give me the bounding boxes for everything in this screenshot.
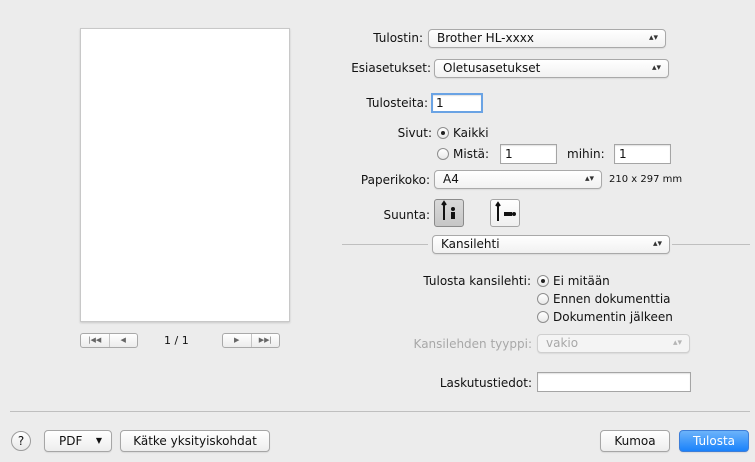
section-popup[interactable]: Kansilehti ▴▾ [432,235,670,254]
cancel-button[interactable]: Kumoa [600,430,670,452]
pages-all-label: Kaikki [453,126,489,140]
cover-page-label: Tulosta kansilehti: [423,274,531,288]
billing-info-label: Laskutustiedot: [439,376,532,390]
first-page-icon[interactable]: |◀◀ [81,334,109,347]
section-divider-left [342,244,428,245]
page-indicator: 1 / 1 [164,334,189,347]
cover-option-before-label: Ennen dokumenttia [553,292,671,306]
cover-option-before-radio[interactable] [537,293,549,305]
billing-info-field[interactable] [537,372,691,392]
pages-all-radio[interactable] [437,127,449,139]
cover-type-label: Kansilehden tyyppi: [413,337,532,351]
cover-type-popup[interactable]: vakio ▴▾ [537,334,690,353]
presets-popup[interactable]: Oletusasetukset ▴▾ [434,59,669,78]
paper-size-value: A4 [443,172,459,186]
portrait-orientation-icon [441,200,455,220]
copies-label: Tulosteita: [366,96,428,110]
print-button[interactable]: Tulosta [679,430,749,452]
section-popup-value: Kansilehti [441,237,500,251]
pdf-menu-button[interactable]: PDF ▼ [44,430,112,452]
preview-forward-nav: ▶ ▶▶| [222,333,280,348]
pdf-button-label: PDF [59,434,83,448]
pages-range-radio[interactable] [437,148,449,160]
pages-from-field[interactable]: 1 [500,144,557,164]
pages-from-label: Mistä: [453,147,490,161]
cover-option-after-radio[interactable] [537,311,549,323]
print-preview-page [80,28,290,322]
pages-label: Sivut: [397,126,432,140]
printer-popup[interactable]: Brother HL-xxxx ▴▾ [428,29,666,48]
next-page-icon[interactable]: ▶ [223,334,251,347]
hide-details-button[interactable]: Kätke yksityiskohdat [120,430,270,452]
paper-dimensions: 210 x 297 mm [609,174,683,185]
pages-to-field[interactable]: 1 [614,144,671,164]
presets-label: Esiasetukset: [351,61,431,75]
portrait-orientation-button[interactable] [434,199,464,227]
last-page-icon[interactable]: ▶▶| [250,334,280,347]
copies-field[interactable]: 1 [431,93,483,113]
chevron-down-icon: ▼ [95,436,102,445]
updown-arrows-icon: ▴▾ [651,63,661,73]
updown-arrows-icon: ▴▾ [648,33,658,43]
paper-size-popup[interactable]: A4 ▴▾ [434,170,602,189]
updown-arrows-icon: ▴▾ [652,239,662,249]
orientation-label: Suunta: [383,208,430,222]
section-divider-right [672,244,750,245]
landscape-orientation-button[interactable] [490,199,520,227]
printer-value: Brother HL-xxxx [437,31,534,45]
footer-separator [10,411,750,412]
cover-type-value: vakio [546,336,579,350]
updown-arrows-icon: ▴▾ [584,174,594,184]
cover-option-none-label: Ei mitään [553,274,610,288]
previous-page-icon[interactable]: ◀ [108,334,138,347]
landscape-orientation-icon [495,201,516,221]
cover-option-none-radio[interactable] [537,275,549,287]
printer-label: Tulostin: [373,31,423,45]
updown-arrows-icon: ▴▾ [672,338,682,348]
paper-size-label: Paperikoko: [360,173,430,187]
pages-to-label: mihin: [567,147,605,161]
cover-option-after-label: Dokumentin jälkeen [553,310,673,324]
help-button[interactable]: ? [11,431,31,451]
preview-back-nav: |◀◀ ◀ [80,333,138,348]
presets-value: Oletusasetukset [443,61,541,75]
